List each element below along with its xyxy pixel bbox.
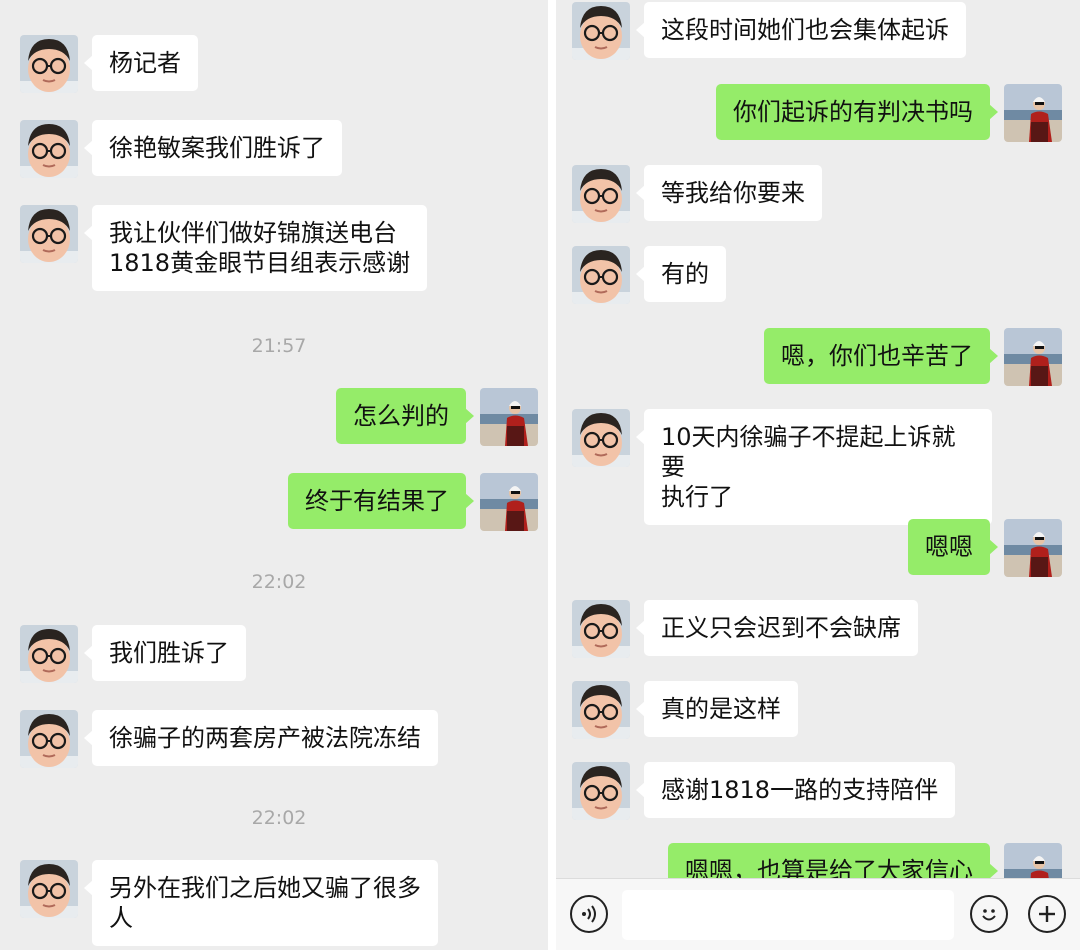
message-bubble[interactable]: 正义只会迟到不会缺席	[636, 600, 918, 656]
message-line: 执行了	[661, 483, 733, 511]
contact-avatar[interactable]	[572, 165, 630, 223]
message-incoming: 感谢1818一路的支持陪伴	[572, 762, 956, 820]
message-incoming: 这段时间她们也会集体起诉	[572, 2, 966, 60]
timestamp: 21:57	[251, 335, 307, 357]
contact-avatar[interactable]	[572, 600, 630, 658]
contact-avatar[interactable]	[572, 762, 630, 820]
message-line: 我让伙伴们做好锦旗送电台	[109, 219, 397, 247]
contact-avatar[interactable]	[572, 681, 630, 739]
message-bubble[interactable]: 嗯嗯	[908, 519, 998, 575]
message-incoming: 正义只会迟到不会缺席	[572, 600, 918, 658]
message-line: 10天内徐骗子不提起上诉就要	[661, 423, 956, 481]
timestamp: 22:02	[251, 571, 307, 593]
message-bubble[interactable]: 怎么判的	[336, 388, 474, 444]
message-outgoing: 你们起诉的有判决书吗	[716, 84, 1062, 142]
self-avatar[interactable]	[1004, 519, 1062, 577]
self-avatar[interactable]	[1004, 84, 1062, 142]
message-bubble[interactable]: 杨记者	[84, 35, 198, 91]
message-bubble[interactable]: 等我给你要来	[636, 165, 822, 221]
plus-icon[interactable]	[1028, 895, 1066, 933]
contact-avatar[interactable]	[20, 860, 78, 918]
contact-avatar[interactable]	[20, 710, 78, 768]
contact-avatar[interactable]	[20, 205, 78, 263]
message-outgoing: 终于有结果了	[288, 473, 538, 531]
message-bubble[interactable]: 嗯，你们也辛苦了	[764, 328, 998, 384]
message-incoming: 真的是这样	[572, 681, 798, 739]
message-incoming: 等我给你要来	[572, 165, 822, 223]
self-avatar[interactable]	[1004, 328, 1062, 386]
message-bubble[interactable]: 你们起诉的有判决书吗	[716, 84, 998, 140]
message-bubble[interactable]: 真的是这样	[636, 681, 798, 737]
message-bubble[interactable]: 这段时间她们也会集体起诉	[636, 2, 966, 58]
contact-avatar[interactable]	[572, 2, 630, 60]
message-incoming: 10天内徐骗子不提起上诉就要 执行了	[572, 409, 992, 525]
message-incoming: 我们胜诉了	[20, 625, 246, 683]
self-avatar[interactable]	[480, 388, 538, 446]
panel-divider	[548, 0, 556, 950]
contact-avatar[interactable]	[572, 246, 630, 304]
message-input[interactable]	[622, 890, 954, 940]
contact-avatar[interactable]	[20, 35, 78, 93]
contact-avatar[interactable]	[20, 625, 78, 683]
message-outgoing: 嗯，你们也辛苦了	[764, 328, 1062, 386]
emoji-icon[interactable]	[970, 895, 1008, 933]
message-bubble[interactable]: 另外在我们之后她又骗了很多 人	[84, 860, 438, 946]
chat-input-bar	[556, 878, 1080, 950]
message-bubble[interactable]: 徐艳敏案我们胜诉了	[84, 120, 342, 176]
contact-avatar[interactable]	[572, 409, 630, 467]
timestamp: 22:02	[251, 807, 307, 829]
message-incoming: 有的	[572, 246, 726, 304]
message-incoming: 徐艳敏案我们胜诉了	[20, 120, 342, 178]
message-line: 人	[109, 904, 133, 932]
message-incoming: 徐骗子的两套房产被法院冻结	[20, 710, 438, 768]
left-chat-panel: 杨记者 徐艳敏案我们胜诉了 我让伙伴们做好锦旗送电台 1818黄金眼节目组表示感…	[0, 0, 548, 950]
message-bubble[interactable]: 我们胜诉了	[84, 625, 246, 681]
message-line: 另外在我们之后她又骗了很多	[109, 874, 421, 902]
message-incoming: 杨记者	[20, 35, 198, 93]
message-incoming: 我让伙伴们做好锦旗送电台 1818黄金眼节目组表示感谢	[20, 205, 428, 291]
message-bubble[interactable]: 感谢1818一路的支持陪伴	[635, 762, 956, 818]
message-line: 1818黄金眼节目组表示感谢	[109, 249, 411, 277]
message-bubble[interactable]: 我让伙伴们做好锦旗送电台 1818黄金眼节目组表示感谢	[83, 205, 428, 291]
message-bubble[interactable]: 终于有结果了	[288, 473, 474, 529]
contact-avatar[interactable]	[20, 120, 78, 178]
message-bubble[interactable]: 有的	[636, 246, 726, 302]
right-chat-panel: 这段时间她们也会集体起诉 你们起诉的有判决书吗 等我给你要来 有的 嗯，你们也辛…	[556, 0, 1080, 950]
message-bubble[interactable]: 10天内徐骗子不提起上诉就要 执行了	[636, 409, 992, 525]
message-incoming: 另外在我们之后她又骗了很多 人	[20, 860, 438, 946]
voice-icon[interactable]	[570, 895, 608, 933]
message-outgoing: 嗯嗯	[908, 519, 1062, 577]
message-bubble[interactable]: 徐骗子的两套房产被法院冻结	[84, 710, 438, 766]
message-outgoing: 怎么判的	[336, 388, 538, 446]
self-avatar[interactable]	[480, 473, 538, 531]
